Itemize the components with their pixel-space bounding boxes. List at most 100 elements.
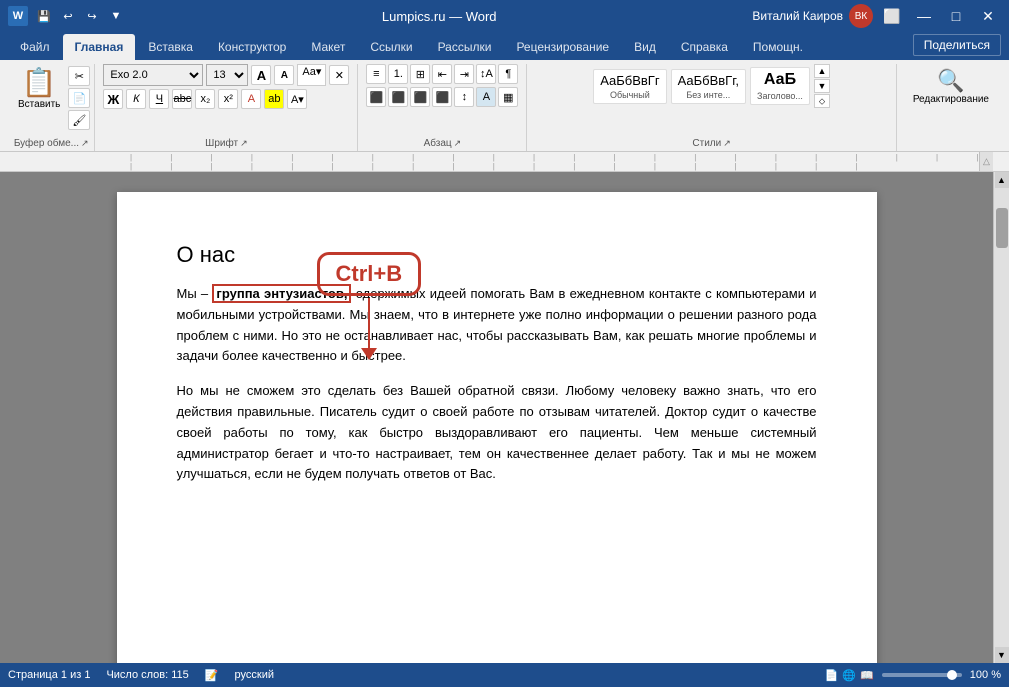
style-heading[interactable]: АаБ Заголово... [750,67,810,105]
font-controls: Exo 2.0 13 A A Aa▾ ✕ Ж К Ч abc x₂ x² [103,64,349,109]
status-right: 📄 🌐 📖 100 % [825,669,1001,682]
tab-references[interactable]: Ссылки [358,34,424,60]
document-page: Ctrl+B О нас Мы – группа энтузиастов, од… [117,192,877,663]
strikethrough-btn[interactable]: abc [172,89,192,109]
avatar: ВК [849,4,873,28]
tab-review[interactable]: Рецензирование [504,34,621,60]
justify-btn[interactable]: ⬛ [432,87,452,107]
ruler-toggle-btn[interactable]: △ [979,152,993,171]
show-marks-btn[interactable]: ¶ [498,64,518,84]
paragraph-1: Мы – группа энтузиастов, одержимых идеей… [177,284,817,367]
print-view-icon[interactable]: 📄 [825,669,839,682]
paste-button[interactable]: 📋 Вставить [12,64,66,112]
document-heading: О нас [177,242,817,268]
italic-button[interactable]: К [126,89,146,109]
bullets-btn[interactable]: ≡ [366,64,386,84]
text-color-btn[interactable]: A [241,89,261,109]
paragraph-content: ≡ 1. ⊞ ⇤ ⇥ ↕A ¶ ⬛ ⬛ ⬛ ⬛ ↕ A ▦ [366,64,518,136]
format-painter-button[interactable]: 🖌 [68,110,90,130]
clear-formatting-btn[interactable]: ✕ [329,65,349,85]
status-bar: Страница 1 из 1 Число слов: 115 📝 русски… [0,663,1009,687]
font-name-select[interactable]: Exo 2.0 [103,64,203,86]
font-label[interactable]: Шрифт ↗ [205,136,247,149]
quick-access-toolbar: 💾 ↩ ↪ ▼ [34,6,126,26]
styles-label[interactable]: Стили ↗ [692,136,730,149]
read-view-icon[interactable]: 📖 [860,669,874,682]
tab-file[interactable]: Файл [8,34,62,60]
scroll-up-btn[interactable]: ▲ [995,172,1009,188]
tab-view[interactable]: Вид [622,34,668,60]
multilevel-btn[interactable]: ⊞ [410,64,430,84]
undo-btn[interactable]: ↩ [58,6,78,26]
editing-group-label[interactable] [950,136,953,149]
share-button[interactable]: Поделиться [913,34,1001,56]
scroll-down-btn[interactable]: ▼ [995,647,1009,663]
styles-scroll-down[interactable]: ▼ [814,79,830,93]
ribbon-display-btn[interactable]: ⬜ [879,6,905,26]
tab-insert[interactable]: Вставка [136,34,205,60]
word-count: Число слов: 115 [106,669,188,681]
paragraph-label[interactable]: Абзац ↗ [424,136,462,149]
style-heading-preview: АаБ [764,71,796,89]
style-normal[interactable]: АаБбВвГг Обычный [593,69,666,104]
title-bar-left: W 💾 ↩ ↪ ▼ [8,6,126,26]
clipboard-right-buttons: ✂ 📄 🖌 [68,64,90,130]
increase-font-btn[interactable]: A [251,65,271,85]
styles-expand[interactable]: ⬦ [814,94,830,108]
styles-area: АаБбВвГг Обычный АаБбВвГг, Без инте... А… [593,64,830,108]
decrease-indent-btn[interactable]: ⇤ [432,64,452,84]
minimize-btn[interactable]: — [911,6,937,26]
underline-button[interactable]: Ч [149,89,169,109]
subscript-btn[interactable]: x₂ [195,89,215,109]
tab-layout[interactable]: Макет [299,34,357,60]
align-left-btn[interactable]: ⬛ [366,87,386,107]
tab-home[interactable]: Главная [63,34,136,60]
copy-button[interactable]: 📄 [68,88,90,108]
find-replace-button[interactable]: 🔍 Редактирование [905,64,997,109]
redo-btn[interactable]: ↪ [82,6,102,26]
change-case-btn[interactable]: Aa▾ [297,64,326,86]
tab-help[interactable]: Справка [669,34,740,60]
zoom-slider[interactable] [882,673,962,677]
font-row1: Exo 2.0 13 A A Aa▾ ✕ [103,64,349,86]
para-row2: ⬛ ⬛ ⬛ ⬛ ↕ A ▦ [366,87,518,107]
bold-button[interactable]: Ж [103,89,123,109]
style-no-spacing-preview: АаБбВвГг, [678,73,739,88]
shading-btn[interactable]: A [476,87,496,107]
scroll-thumb[interactable] [996,208,1008,248]
numbering-btn[interactable]: 1. [388,64,408,84]
styles-scroll-up[interactable]: ▲ [814,64,830,78]
style-no-spacing[interactable]: АаБбВвГг, Без инте... [671,69,746,104]
font-color-btn[interactable]: A▾ [287,89,307,109]
more-quick-btn[interactable]: ▼ [106,6,126,26]
tab-assistant[interactable]: Помощн. [741,34,815,60]
save-quick-btn[interactable]: 💾 [34,6,54,26]
para-row1: ≡ 1. ⊞ ⇤ ⇥ ↕A ¶ [366,64,518,84]
font-size-select[interactable]: 13 [206,64,248,86]
borders-btn[interactable]: ▦ [498,87,518,107]
close-btn[interactable]: ✕ [975,6,1001,26]
search-icon: 🔍 [937,68,964,94]
align-right-btn[interactable]: ⬛ [410,87,430,107]
style-heading-label: Заголово... [757,91,803,101]
vertical-scrollbar[interactable]: ▲ ▼ [993,172,1009,663]
language: русский [235,669,274,681]
track-changes-icon: 📝 [205,669,219,682]
highlight-btn[interactable]: ab [264,89,284,109]
superscript-btn[interactable]: x² [218,89,238,109]
styles-content: АаБбВвГг Обычный АаБбВвГг, Без инте... А… [593,64,830,136]
ribbon-group-clipboard: 📋 Вставить ✂ 📄 🖌 Буфер обме... ↗ [4,64,95,151]
tab-mailings[interactable]: Рассылки [426,34,504,60]
ribbon-tabs: Файл Главная Вставка Конструктор Макет С… [0,32,1009,60]
align-center-btn[interactable]: ⬛ [388,87,408,107]
line-spacing-btn[interactable]: ↕ [454,87,474,107]
ribbon-content: 📋 Вставить ✂ 📄 🖌 Буфер обме... ↗ Exo 2.0 [0,60,1009,152]
clipboard-label[interactable]: Буфер обме... ↗ [14,136,89,149]
maximize-btn[interactable]: □ [943,6,969,26]
cut-button[interactable]: ✂ [68,66,90,86]
tab-design[interactable]: Конструктор [206,34,298,60]
sort-btn[interactable]: ↕A [476,64,496,84]
increase-indent-btn[interactable]: ⇥ [454,64,474,84]
web-view-icon[interactable]: 🌐 [842,669,856,682]
decrease-font-btn[interactable]: A [274,65,294,85]
